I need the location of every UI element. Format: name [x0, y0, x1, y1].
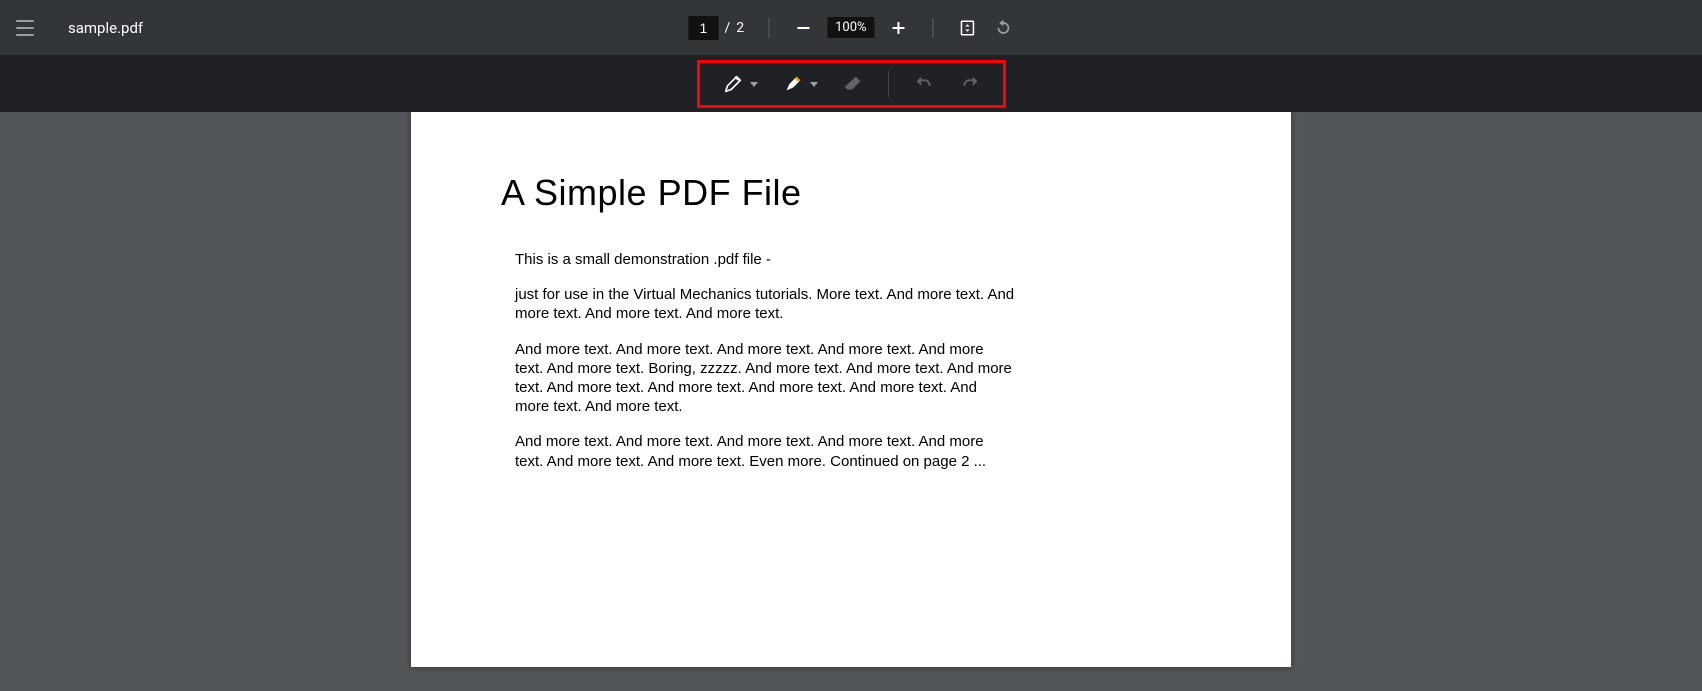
chevron-down-icon — [750, 82, 758, 87]
paragraph: And more text. And more text. And more t… — [515, 340, 1015, 417]
undo-icon — [913, 73, 935, 95]
minus-icon — [796, 21, 810, 35]
fit-to-page-button[interactable] — [958, 18, 978, 38]
chevron-down-icon — [810, 82, 818, 87]
paragraph: just for use in the Virtual Mechanics tu… — [515, 285, 1015, 323]
pen-icon — [722, 73, 744, 95]
highlighter-tool-button[interactable] — [782, 73, 818, 95]
page-navigator: / 2 — [688, 16, 744, 40]
separator — [933, 18, 934, 38]
plus-icon — [892, 21, 906, 35]
separator — [768, 18, 769, 38]
page-title: A Simple PDF File — [501, 172, 1191, 214]
page-number-input[interactable] — [688, 16, 718, 40]
redo-button[interactable] — [959, 73, 981, 95]
rotate-ccw-icon — [994, 18, 1014, 38]
pdf-page: A Simple PDF File This is a small demons… — [411, 112, 1291, 667]
eraser-icon — [842, 73, 864, 95]
menu-button[interactable] — [16, 16, 40, 40]
page-total: 2 — [736, 20, 744, 36]
zoom-controls: 100% — [793, 17, 908, 38]
zoom-out-button[interactable] — [793, 18, 813, 38]
paragraph: And more text. And more text. And more t… — [515, 432, 1015, 470]
annotation-highlight-box — [697, 60, 1006, 108]
redo-icon — [959, 73, 981, 95]
annotation-toolbar — [0, 56, 1702, 112]
document-viewport[interactable]: A Simple PDF File This is a small demons… — [0, 112, 1702, 691]
page-separator: / — [724, 20, 730, 36]
center-controls: / 2 100% — [688, 16, 1013, 40]
zoom-in-button[interactable] — [889, 18, 909, 38]
fit-page-icon — [959, 19, 977, 37]
zoom-level-display[interactable]: 100% — [827, 17, 874, 38]
eraser-tool-button[interactable] — [842, 73, 864, 95]
paragraph: This is a small demonstration .pdf file … — [515, 250, 1015, 269]
rotate-button[interactable] — [994, 18, 1014, 38]
document-filename: sample.pdf — [68, 19, 143, 37]
highlighter-icon — [782, 73, 804, 95]
main-toolbar: sample.pdf / 2 100% — [0, 0, 1702, 56]
pen-tool-button[interactable] — [722, 73, 758, 95]
undo-button[interactable] — [913, 73, 935, 95]
annotation-tools-group — [700, 65, 1003, 103]
separator — [888, 71, 889, 97]
